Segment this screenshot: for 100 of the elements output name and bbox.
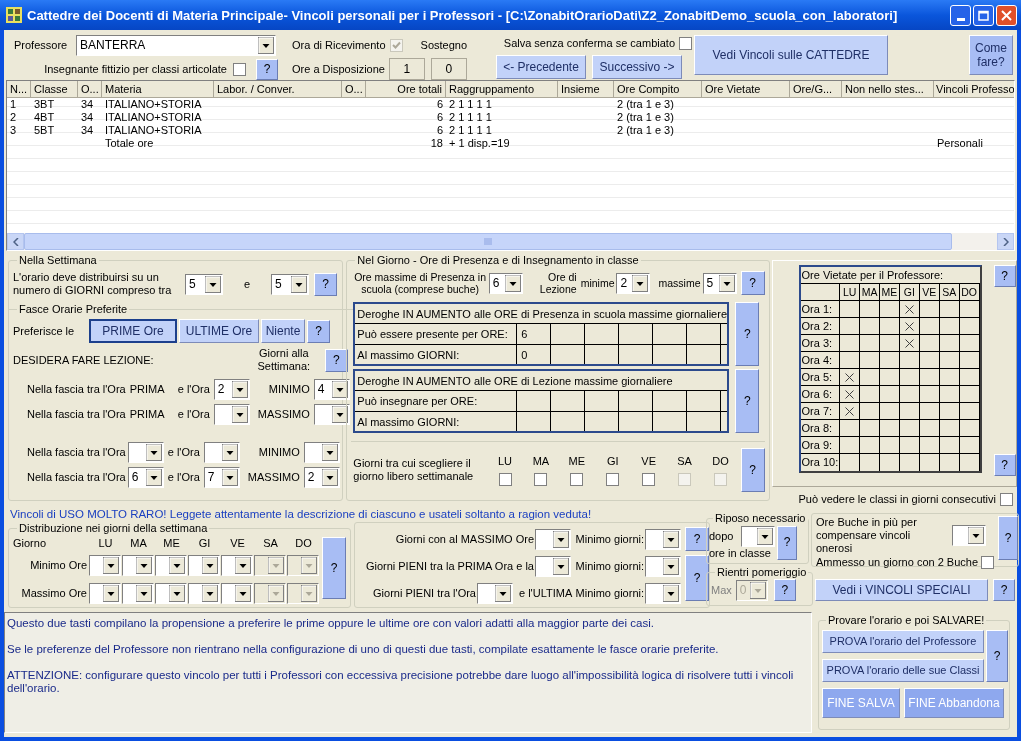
column-header: LU [97,536,114,550]
help-button[interactable]: ? [685,527,709,551]
dropdown[interactable]: 4 [313,378,350,400]
row-label: Ora 5: [800,369,841,385]
column-header[interactable]: Ore Compito [614,81,702,98]
help-button[interactable]: ? [735,369,760,433]
column-header[interactable]: Raggruppamento [446,81,558,98]
help-button[interactable]: ? [740,271,765,295]
group-title: Provare l'orario e poi SALVARE! [827,614,986,627]
help-button[interactable]: ? [735,302,760,366]
option-button[interactable]: PRIME Ore [89,319,177,343]
label: Nella fascia tra l'Ora [27,445,126,459]
label: MINIMO [267,382,311,396]
label: MA [532,454,550,468]
dropdown[interactable]: 6 [127,466,164,488]
constraints-button[interactable]: Vedi Vincoli sulle CATTEDRE [694,35,888,75]
label: PRIMA [129,382,166,396]
row-label: Al massimo GIORNI: [355,345,518,364]
dropdown[interactable]: 5 [271,273,309,295]
option-button[interactable]: ULTIME Ore [179,319,259,343]
label: e l'Ora [167,470,200,484]
professor-dropdown[interactable]: BANTERRA [76,35,276,56]
table-title: Deroghe IN AUMENTO alle ORE di Presenza in scuola massime giornaliere [355,304,728,324]
help-button[interactable]: ? [322,537,346,599]
table-cell-text: 2 (tra 1 e 3) [616,98,675,111]
help-button[interactable]: ? [740,448,765,492]
how-to-button[interactable]: Come fare? [969,35,1013,75]
test-button[interactable]: PROVA l'orario del Professore [822,630,984,653]
help-button[interactable]: ? [993,265,1016,287]
previous-button[interactable]: <- Precedente [496,55,586,79]
label: e l'Ora [177,382,210,396]
column-header[interactable]: Ore/G... [790,81,842,98]
label: PRIMA [129,407,166,421]
dropdown[interactable]: 2 [303,466,340,488]
next-button[interactable]: Successivo -> [592,55,682,79]
option-button[interactable]: Niente [261,319,305,343]
group-title: Distribuzione nei giorni della settimana [18,522,209,535]
dropdown[interactable]: 5 [185,273,223,295]
column-header[interactable]: Insieme [558,81,614,98]
column-header: DO [959,284,980,300]
description-text: Questo due tasti compilano la propensione a preferire le prime oppure le ultime ore con valori adatti alla maggior parte dei casi. [7,617,655,630]
help-button[interactable]: ? [314,272,337,296]
label: Minimo Ore [29,558,88,572]
warning-text: Vincoli di USO MOLTO RARO! Leggete attentamente la descrizione di ciascuno e usateli soltanto a ragion veduta! [9,507,593,522]
table-cell-text: Totale ore [104,137,155,150]
column-header[interactable]: Classe [31,81,78,98]
dropdown[interactable]: 2 [616,272,651,294]
row-label: Ora 2: [800,318,841,334]
dropdown[interactable]: 2 [213,378,250,400]
label: DESIDERA FARE LEZIONE: [13,353,155,367]
table-title: Ore Vietate per il Professore: [800,267,980,284]
test-button[interactable]: PROVA l'orario delle sue Classi [822,659,984,682]
table-cell-text: 34 [80,111,95,124]
special-constraints-button[interactable]: Vedi i VINCOLI SPECIALI [815,579,988,601]
table-cell-text: 2 1 1 1 1 [448,124,493,137]
column-header[interactable]: Materia [102,81,214,98]
label: Max [711,583,732,597]
help-button[interactable]: ? [256,59,278,80]
column-header: ME [162,536,181,550]
help-button[interactable]: ? [993,579,1015,601]
label: SA [677,454,692,468]
label: MASSIMO [256,407,311,421]
row-label: Ora 10: [800,454,841,471]
column-header[interactable]: O... [342,81,366,98]
help-button[interactable]: ? [307,319,330,343]
table-cell-text: + 1 disp.=19 [448,137,511,150]
column-header[interactable]: Labor. / Conver. [214,81,342,98]
group-title: Riposo necessario [714,512,807,525]
help-button[interactable]: ? [777,525,797,560]
column-header[interactable]: N... [7,81,31,98]
column-header: LU [840,284,861,300]
label: Può vedere le classi in giorni consecutivi [798,493,996,506]
dropdown[interactable]: 5 [702,272,737,294]
help-button[interactable]: ? [324,348,348,372]
column-header[interactable]: Ore Vietate [702,81,790,98]
column-header: DO [294,536,313,550]
column-header[interactable]: O... [78,81,102,98]
label: dopo [709,529,735,543]
description-text: ATTENZIONE: configurare questo vincolo per tutti i Professori con eccessiva precisione potrebbe dare luogo all'impossibilità logica di risolvere tutti i vincoli dell'orario. [7,669,795,695]
dropdown[interactable]: 7 [203,466,240,488]
dropdown[interactable]: 6 [488,272,523,294]
help-button[interactable]: ? [998,516,1019,560]
group-title: Nella Settimana [18,254,98,267]
label: MINIMO [257,445,301,459]
column-header: ME [880,284,900,300]
label: Giorni alla Settimana: [256,347,312,373]
column-header[interactable]: Non nello stes... [842,81,934,98]
label: Giorni PIENI tra la PRIMA Ora e la [365,559,534,573]
label: Nella fascia tra l'Ora [27,382,126,396]
help-button[interactable]: ? [685,555,709,601]
group-title: Rientri pomeriggio [716,566,808,579]
row-label: Può insegnare per ORE: [355,391,518,411]
table-cell-text: Personali [936,137,984,150]
help-button[interactable]: ? [993,454,1016,476]
label: e l'ULTIMA [519,586,571,600]
column-header[interactable]: Ore totali [366,81,446,98]
label: e l'Ora [167,445,200,459]
help-button[interactable]: ? [986,630,1008,682]
row-label: Può essere presente per ORE: [355,324,518,344]
label: MASSIMO [246,470,301,484]
